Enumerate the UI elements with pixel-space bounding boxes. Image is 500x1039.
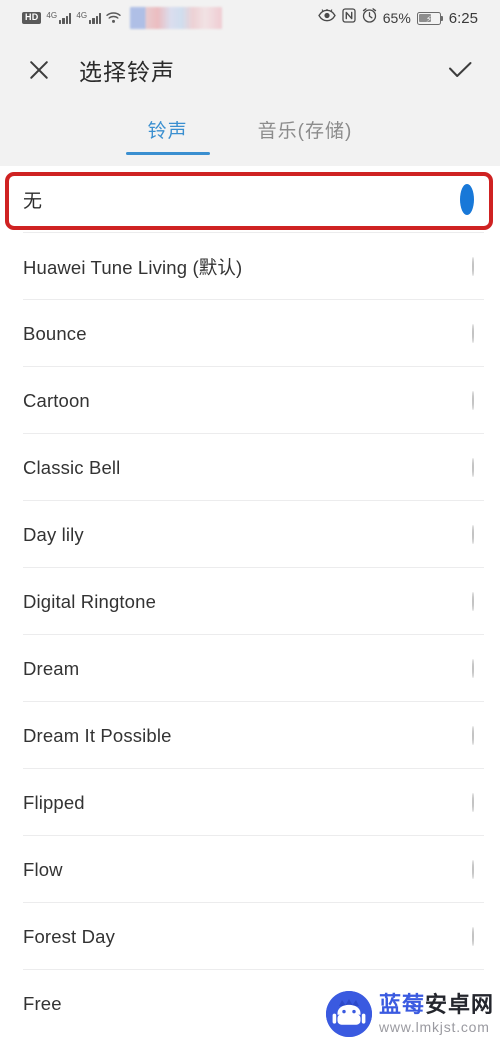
radio-button[interactable] [472, 390, 474, 410]
list-item[interactable]: Classic Bell [0, 434, 500, 501]
tab-bar: 铃声 音乐(存储) [0, 103, 500, 166]
list-item[interactable]: Flipped [0, 769, 500, 836]
radio-button[interactable] [472, 926, 474, 946]
list-item[interactable]: Cartoon [0, 367, 500, 434]
list-item-label: Flow [23, 858, 63, 880]
list-item-label: Free [23, 992, 62, 1014]
ringtone-list: 无 Huawei Tune Living (默认) Bounce Cartoon… [0, 166, 500, 1037]
list-item-label: Forest Day [23, 925, 115, 947]
signal-bars-2 [89, 12, 102, 24]
app-header: 选择铃声 [0, 36, 500, 103]
clock-label: 6:25 [448, 9, 478, 27]
alarm-icon [362, 8, 377, 28]
list-item[interactable]: Digital Ringtone [0, 568, 500, 635]
radio-button[interactable] [472, 859, 474, 879]
ringtone-picker-screen: HD 4G 4G 65% ⚡ 6:25 选择铃声 铃声 音乐(存储) 无 Hua… [0, 0, 500, 1039]
signal-indicator-2: 4G [76, 11, 102, 24]
list-item-label: Bounce [23, 322, 87, 344]
check-icon[interactable] [444, 54, 476, 86]
site-watermark: 蓝莓安卓网 www.lmkjst.com [325, 991, 494, 1037]
watermark-url: www.lmkjst.com [378, 1019, 490, 1035]
radio-button[interactable] [472, 323, 474, 343]
android-robot-icon [325, 991, 372, 1037]
radio-button[interactable] [472, 591, 474, 611]
watermark-name-part2: 安卓网 [424, 992, 494, 1017]
radio-button-selected[interactable] [460, 183, 474, 215]
list-item[interactable]: Flow [0, 836, 500, 903]
list-item-label: 无 [23, 191, 43, 212]
eye-icon [318, 8, 336, 27]
signal-bars-1 [59, 12, 72, 24]
radio-button[interactable] [472, 524, 474, 544]
list-item[interactable]: Forest Day [0, 903, 500, 970]
list-item-label: Classic Bell [23, 456, 121, 478]
list-item[interactable]: Dream It Possible [0, 702, 500, 769]
list-item[interactable]: 无 [0, 166, 500, 233]
battery-charging-icon: ⚡ [416, 11, 444, 25]
radio-button[interactable] [472, 256, 474, 276]
network-type-label-2: 4G [76, 11, 88, 20]
watermark-site-name: 蓝莓安卓网 [379, 994, 494, 1016]
page-title: 选择铃声 [79, 58, 175, 85]
list-item[interactable]: Dream [0, 635, 500, 702]
list-item[interactable]: Day lily [0, 501, 500, 568]
carrier-name-redacted [130, 7, 223, 29]
status-bar: HD 4G 4G 65% ⚡ 6:25 [0, 0, 500, 36]
hd-badge: HD [22, 12, 42, 24]
signal-indicator-1: 4G [46, 11, 72, 24]
tab-music-storage-label: 音乐(存储) [257, 121, 353, 142]
list-item[interactable]: Bounce [0, 300, 500, 367]
radio-button[interactable] [472, 457, 474, 477]
radio-button[interactable] [472, 658, 474, 678]
close-icon[interactable] [24, 55, 54, 85]
list-item-label: Flipped [23, 791, 85, 813]
list-item-label: Dream [23, 657, 80, 679]
list-item-label: Huawei Tune Living (默认) [23, 256, 243, 278]
list-item-label: Day lily [23, 523, 84, 545]
list-item-label: Dream It Possible [23, 724, 172, 746]
network-type-label-1: 4G [46, 11, 58, 20]
watermark-text: 蓝莓安卓网 www.lmkjst.com [378, 994, 494, 1035]
wifi-icon [106, 12, 122, 24]
list-item[interactable]: Huawei Tune Living (默认) [0, 233, 500, 300]
radio-button[interactable] [472, 792, 474, 812]
status-bar-left: HD 4G 4G [22, 7, 223, 29]
radio-button[interactable] [472, 725, 474, 745]
list-item-label: Cartoon [23, 389, 90, 411]
nfc-icon [342, 8, 356, 28]
tab-ringtones[interactable]: 铃声 [125, 116, 210, 157]
status-bar-right: 65% ⚡ 6:25 [318, 8, 478, 28]
watermark-name-part1: 蓝莓 [378, 992, 425, 1017]
battery-percent-label: 65% [382, 10, 411, 26]
list-item-label: Digital Ringtone [23, 590, 157, 612]
tab-music-storage[interactable]: 音乐(存储) [252, 116, 359, 157]
tab-ringtones-label: 铃声 [147, 121, 188, 142]
